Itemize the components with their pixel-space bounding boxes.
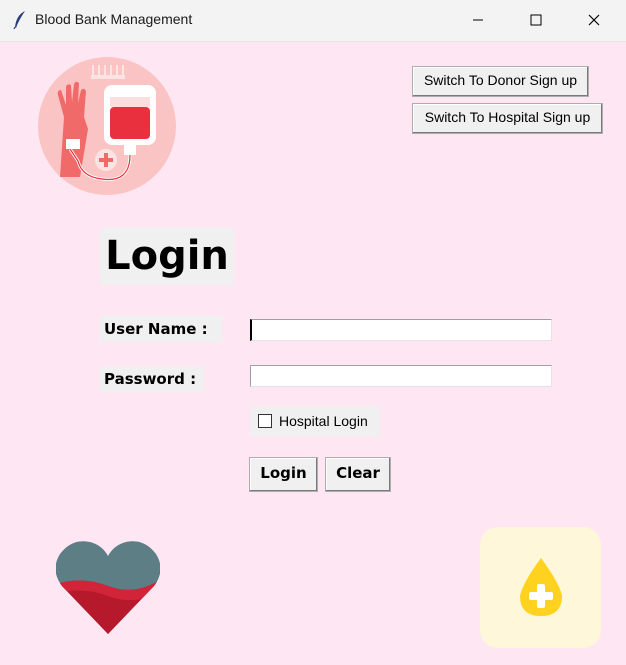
clear-button[interactable]: Clear: [325, 457, 391, 492]
blood-drop-plus-icon: [520, 558, 562, 616]
minimize-icon: [473, 19, 483, 21]
blood-donation-icon: [38, 57, 176, 195]
blood-heart-icon: [56, 541, 160, 635]
switch-hospital-signup-button[interactable]: Switch To Hospital Sign up: [412, 103, 603, 134]
window-titlebar: Blood Bank Management: [0, 0, 626, 42]
maximize-button[interactable]: [513, 0, 559, 41]
hospital-login-option[interactable]: Hospital Login: [250, 406, 380, 436]
login-button[interactable]: Login: [249, 457, 318, 492]
maximize-icon: [530, 14, 542, 26]
minimize-button[interactable]: [455, 0, 501, 41]
username-label: User Name :: [100, 316, 222, 342]
password-input[interactable]: [250, 365, 552, 387]
window-title: Blood Bank Management: [35, 11, 193, 27]
close-button[interactable]: [571, 0, 617, 41]
page-title: Login: [100, 228, 234, 285]
hospital-login-checkbox[interactable]: [258, 414, 272, 428]
password-label: Password :: [100, 366, 204, 392]
switch-donor-signup-button[interactable]: Switch To Donor Sign up: [412, 66, 589, 97]
hospital-login-label: Hospital Login: [279, 413, 368, 429]
feather-icon: [13, 11, 25, 30]
close-icon: [588, 14, 600, 26]
username-input[interactable]: [250, 319, 552, 341]
blood-drop-card: [480, 527, 601, 648]
